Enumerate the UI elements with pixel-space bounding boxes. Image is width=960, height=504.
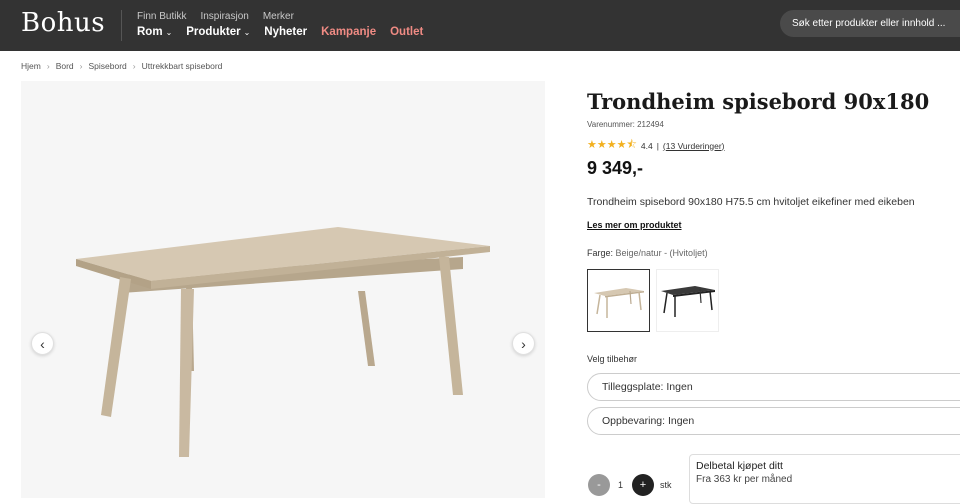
breadcrumb-hjem[interactable]: Hjem bbox=[21, 61, 41, 71]
star-rating-icon: ★★★★⯪ bbox=[587, 139, 637, 151]
accessories-label: Velg tilbehør bbox=[587, 354, 638, 364]
main-nav: Rom ⌄ Produkter ⌄ Nyheter Kampanje Outlet bbox=[137, 26, 423, 38]
gallery-prev-button[interactable]: ‹ bbox=[31, 332, 54, 355]
rating-separator: | bbox=[656, 140, 659, 151]
breadcrumb-separator-icon: › bbox=[132, 61, 136, 71]
top-links: Finn Butikk Inspirasjon Merker bbox=[137, 11, 294, 22]
table-thumbnail-beige bbox=[594, 288, 644, 318]
chevron-right-icon: › bbox=[521, 335, 526, 352]
gallery-next-button[interactable]: › bbox=[512, 332, 535, 355]
search-input[interactable]: Søk etter produkter eller innhold ... bbox=[780, 10, 960, 37]
financing-subtitle: Fra 363 kr per måned bbox=[696, 474, 793, 485]
header-divider bbox=[121, 10, 122, 41]
site-header: Bohus Finn Butikk Inspirasjon Merker Rom… bbox=[0, 0, 960, 51]
quantity-increase-button[interactable]: + bbox=[632, 474, 654, 496]
quantity-unit: stk bbox=[660, 480, 672, 490]
nav-rom[interactable]: Rom ⌄ bbox=[137, 26, 172, 38]
color-label-title: Farge: bbox=[587, 248, 614, 258]
product-description: Trondheim spisebord 90x180 H75.5 cm hvit… bbox=[587, 196, 915, 208]
financing-box[interactable]: Delbetal kjøpet ditt Fra 363 kr per måne… bbox=[689, 454, 960, 504]
nav-produkter[interactable]: Produkter ⌄ bbox=[186, 26, 250, 38]
nav-nyheter[interactable]: Nyheter bbox=[264, 26, 307, 38]
bohus-logo[interactable]: Bohus bbox=[21, 8, 105, 38]
nav-kampanje[interactable]: Kampanje bbox=[321, 26, 376, 38]
product-price: 9 349,- bbox=[587, 158, 644, 178]
storage-select[interactable]: Oppbevaring: Ingen bbox=[587, 407, 960, 435]
breadcrumb-separator-icon: › bbox=[79, 61, 83, 71]
top-link-inspirasjon[interactable]: Inspirasjon bbox=[200, 11, 248, 22]
table-product-image bbox=[76, 227, 490, 457]
breadcrumb-separator-icon: › bbox=[46, 61, 50, 71]
product-title: Trondheim spisebord 90x180 bbox=[587, 89, 930, 114]
quantity-input[interactable]: 1 bbox=[618, 480, 623, 490]
color-swatch-beige[interactable] bbox=[587, 269, 650, 332]
nav-outlet[interactable]: Outlet bbox=[390, 26, 423, 38]
rating-value: 4.4 bbox=[640, 140, 653, 151]
financing-title: Delbetal kjøpet ditt bbox=[696, 460, 783, 472]
chevron-left-icon: ‹ bbox=[40, 335, 45, 352]
extension-leaf-select[interactable]: Tilleggsplate: Ingen bbox=[587, 373, 960, 401]
color-swatch-black[interactable] bbox=[656, 269, 719, 332]
read-more-link[interactable]: Les mer om produktet bbox=[587, 220, 682, 230]
top-link-finn-butikk[interactable]: Finn Butikk bbox=[137, 11, 186, 22]
color-value: Beige/natur - (Hvitoljet) bbox=[615, 248, 708, 258]
product-rating: ★★★★⯪ 4.4 | (13 Vurderinger) bbox=[587, 136, 725, 155]
chevron-down-icon: ⌄ bbox=[165, 28, 173, 37]
chevron-down-icon: ⌄ bbox=[243, 28, 251, 37]
product-sku: Varenummer: 212494 bbox=[587, 120, 664, 129]
quantity-decrease-button[interactable]: - bbox=[588, 474, 610, 496]
breadcrumb-current[interactable]: Uttrekkbart spisebord bbox=[142, 61, 223, 71]
reviews-link[interactable]: (13 Vurderinger) bbox=[663, 141, 725, 151]
breadcrumb-spisebord[interactable]: Spisebord bbox=[89, 61, 127, 71]
product-gallery: ‹ › bbox=[21, 81, 545, 498]
top-link-merker[interactable]: Merker bbox=[263, 11, 294, 22]
table-thumbnail-black bbox=[661, 286, 715, 317]
breadcrumb: Hjem › Bord › Spisebord › Uttrekkbart sp… bbox=[21, 61, 222, 71]
breadcrumb-bord[interactable]: Bord bbox=[56, 61, 74, 71]
color-label: Farge: Beige/natur - (Hvitoljet) bbox=[587, 248, 708, 258]
